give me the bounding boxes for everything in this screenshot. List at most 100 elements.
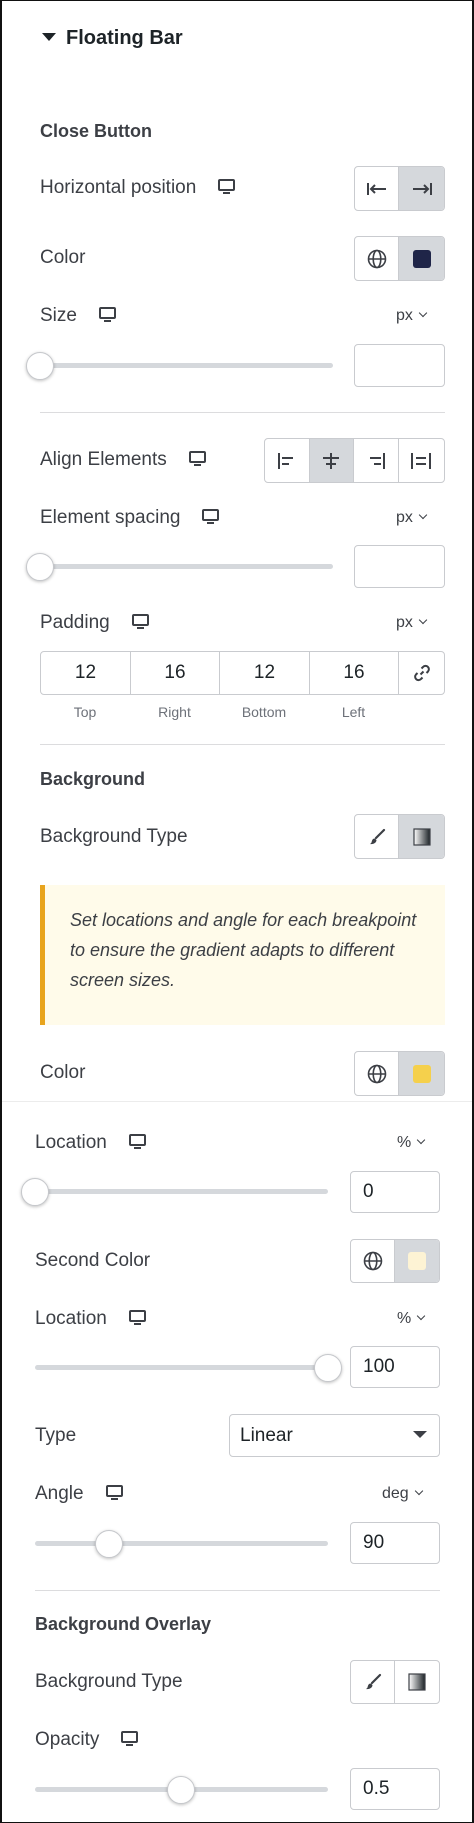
angle-slider-track[interactable] bbox=[35, 1541, 328, 1546]
monitor-icon[interactable] bbox=[131, 614, 149, 629]
opacity-input[interactable]: 0.5 bbox=[350, 1768, 440, 1810]
align-start-icon bbox=[366, 182, 386, 195]
align-justify-button[interactable] bbox=[399, 439, 444, 482]
location-unit: % bbox=[397, 1134, 412, 1151]
size-input[interactable] bbox=[354, 344, 445, 387]
second-location-unit: % bbox=[397, 1310, 412, 1327]
gradient-icon bbox=[408, 1673, 426, 1691]
globe-icon bbox=[367, 1064, 386, 1083]
overlay-gradient-button[interactable] bbox=[395, 1661, 439, 1703]
location-slider-handle[interactable] bbox=[21, 1178, 49, 1206]
panel-title: Floating Bar bbox=[66, 27, 183, 49]
brush-icon bbox=[369, 828, 385, 844]
monitor-icon[interactable] bbox=[98, 307, 116, 322]
gradient-notice: Set locations and angle for each breakpo… bbox=[40, 885, 445, 1025]
gradient-type-label: Type bbox=[35, 1425, 77, 1446]
link-values-button[interactable] bbox=[399, 652, 444, 694]
opacity-row: Opacity bbox=[35, 1729, 139, 1751]
align-center-button[interactable] bbox=[309, 439, 354, 482]
background-gradient-button[interactable] bbox=[399, 815, 444, 858]
angle-unit-select[interactable]: deg bbox=[382, 1485, 423, 1503]
element-spacing-unit-select[interactable]: px bbox=[396, 509, 428, 527]
gradient-type-select[interactable]: Linear bbox=[229, 1414, 440, 1457]
location-unit-select[interactable]: % bbox=[397, 1134, 426, 1152]
second-color-swatch-button[interactable] bbox=[395, 1240, 439, 1282]
padding-right-sublabel: Right bbox=[158, 704, 191, 720]
padding-unit: px bbox=[396, 614, 413, 631]
padding-right-input[interactable]: 16 bbox=[131, 652, 220, 694]
align-stretch-icon bbox=[411, 452, 432, 469]
chevron-down-icon bbox=[416, 1135, 426, 1145]
align-center-icon bbox=[323, 452, 340, 469]
size-slider-handle[interactable] bbox=[26, 352, 54, 380]
monitor-icon[interactable] bbox=[202, 509, 220, 524]
divider bbox=[2, 1101, 472, 1102]
align-end-button[interactable] bbox=[354, 439, 399, 482]
padding-unit-select[interactable]: px bbox=[396, 614, 428, 632]
gradient-type-value: Linear bbox=[240, 1424, 293, 1446]
horizontal-position-row: Horizontal position bbox=[40, 177, 236, 199]
second-location-row: Location bbox=[35, 1308, 146, 1330]
padding-row: Padding bbox=[40, 612, 149, 634]
padding-left-input[interactable]: 16 bbox=[310, 652, 399, 694]
background-color-swatch-button[interactable] bbox=[399, 1052, 444, 1095]
padding-bottom-sublabel: Bottom bbox=[241, 704, 287, 720]
size-unit-select[interactable]: px bbox=[396, 307, 428, 325]
chevron-down-icon bbox=[418, 615, 428, 625]
align-left-icon bbox=[277, 452, 293, 469]
opacity-slider-handle[interactable] bbox=[167, 1776, 195, 1804]
background-classic-button[interactable] bbox=[355, 815, 400, 858]
caret-down-icon bbox=[413, 1431, 427, 1438]
position-right-button[interactable] bbox=[399, 167, 444, 210]
element-spacing-slider-handle[interactable] bbox=[26, 553, 54, 581]
horizontal-position-label: Horizontal position bbox=[40, 177, 197, 198]
align-end-icon bbox=[412, 182, 432, 195]
global-colors-button[interactable] bbox=[351, 1240, 396, 1282]
second-location-slider-track[interactable] bbox=[35, 1365, 328, 1370]
position-left-button[interactable] bbox=[355, 167, 400, 210]
close-color-swatch-button[interactable] bbox=[399, 237, 444, 280]
background-type-label: Background Type bbox=[40, 826, 188, 847]
angle-input[interactable]: 90 bbox=[350, 1522, 440, 1564]
element-spacing-input[interactable] bbox=[354, 545, 445, 588]
align-right-icon bbox=[369, 452, 385, 469]
location-input[interactable]: 0 bbox=[350, 1171, 440, 1213]
location-slider-track[interactable] bbox=[35, 1189, 328, 1194]
monitor-icon[interactable] bbox=[105, 1485, 123, 1500]
monitor-icon[interactable] bbox=[128, 1310, 146, 1325]
angle-unit: deg bbox=[382, 1485, 409, 1502]
element-spacing-slider-track[interactable] bbox=[40, 564, 333, 569]
overlay-classic-button[interactable] bbox=[351, 1661, 396, 1703]
padding-left-sublabel: Left bbox=[341, 704, 366, 720]
monitor-icon[interactable] bbox=[128, 1134, 146, 1149]
align-start-button[interactable] bbox=[265, 439, 310, 482]
global-colors-button[interactable] bbox=[355, 237, 400, 280]
background-color-label: Color bbox=[40, 1062, 86, 1083]
global-colors-button[interactable] bbox=[355, 1052, 400, 1095]
second-location-slider-handle[interactable] bbox=[314, 1354, 342, 1382]
overlay-background-type-toggle bbox=[350, 1660, 440, 1704]
second-color-label: Second Color bbox=[35, 1250, 151, 1271]
close-color-label: Color bbox=[40, 247, 86, 268]
background-type-toggle bbox=[354, 814, 445, 859]
second-location-unit-select[interactable]: % bbox=[397, 1310, 426, 1328]
location-row: Location bbox=[35, 1132, 146, 1154]
monitor-icon[interactable] bbox=[218, 179, 236, 194]
padding-bottom-input[interactable]: 12 bbox=[220, 652, 310, 694]
section-title-background-overlay: Background Overlay bbox=[35, 1614, 212, 1634]
chevron-down-icon bbox=[418, 308, 428, 318]
element-spacing-label: Element spacing bbox=[40, 507, 181, 528]
size-slider-track[interactable] bbox=[40, 363, 333, 368]
monitor-icon[interactable] bbox=[188, 451, 206, 466]
section-title-close-button: Close Button bbox=[40, 121, 152, 141]
padding-top-input[interactable]: 12 bbox=[41, 652, 131, 694]
location-label: Location bbox=[35, 1132, 107, 1153]
align-elements-toggle bbox=[264, 438, 445, 483]
size-label: Size bbox=[40, 305, 77, 326]
second-color-picker bbox=[350, 1239, 440, 1283]
panel-header[interactable]: Floating Bar bbox=[42, 27, 183, 50]
monitor-icon[interactable] bbox=[121, 1731, 139, 1746]
second-location-input[interactable]: 100 bbox=[350, 1346, 440, 1388]
second-location-label: Location bbox=[35, 1308, 107, 1329]
angle-slider-handle[interactable] bbox=[95, 1530, 123, 1558]
